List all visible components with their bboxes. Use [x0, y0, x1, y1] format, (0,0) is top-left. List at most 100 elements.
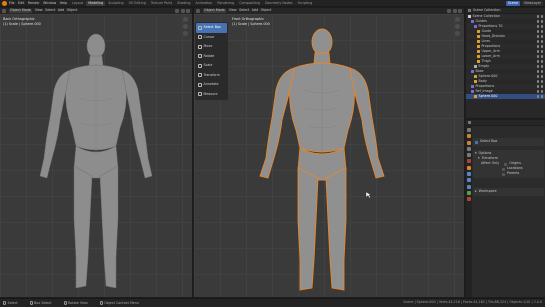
menu-select[interactable]: Select [239, 9, 249, 13]
chevron-right-icon[interactable]: ▸ [475, 190, 477, 194]
outliner-item[interactable]: Sphere.000 [466, 94, 545, 99]
camera-icon[interactable] [540, 75, 543, 78]
eye-icon[interactable] [536, 25, 539, 28]
camera-icon[interactable] [183, 31, 188, 36]
output-tab-icon[interactable] [467, 140, 471, 145]
object-tab-icon[interactable] [467, 165, 471, 170]
data-tab-icon[interactable] [467, 190, 471, 195]
tool-measure[interactable]: Measure [196, 90, 227, 100]
camera-icon[interactable] [540, 80, 543, 83]
camera-icon[interactable] [540, 70, 543, 73]
tool-move[interactable]: Move [196, 42, 227, 52]
menu-edit[interactable]: Edit [18, 1, 24, 5]
camera-icon[interactable] [540, 20, 543, 23]
render-tab-icon[interactable] [467, 134, 471, 139]
tool-transform[interactable]: Transform [196, 71, 227, 81]
pan-icon[interactable] [183, 24, 188, 29]
zoom-icon[interactable] [455, 17, 460, 22]
parents-checkbox[interactable] [502, 172, 505, 176]
eye-icon[interactable] [536, 35, 539, 38]
menu-add[interactable]: Add [252, 9, 258, 13]
tool-rotate[interactable]: Rotate [196, 52, 227, 62]
camera-icon[interactable] [540, 50, 543, 53]
eye-icon[interactable] [536, 40, 539, 43]
menu-help[interactable]: Help [60, 1, 68, 5]
outliner-icon[interactable] [468, 9, 471, 12]
particles-tab-icon[interactable] [467, 178, 471, 183]
eye-icon[interactable] [536, 95, 539, 98]
xray-icon[interactable] [452, 9, 457, 13]
tab-animation[interactable]: Animation [194, 1, 215, 6]
menu-file[interactable]: File [9, 1, 15, 5]
mode-selector[interactable]: Object Mode [202, 8, 227, 14]
camera-icon[interactable] [540, 15, 543, 18]
camera-icon[interactable] [540, 60, 543, 63]
properties-icon[interactable] [468, 121, 471, 124]
camera-icon[interactable] [540, 55, 543, 58]
eye-icon[interactable] [536, 75, 539, 78]
tab-shading[interactable]: Shading [175, 1, 192, 6]
camera-icon[interactable] [540, 35, 543, 38]
eye-icon[interactable] [536, 15, 539, 18]
tab-compositing[interactable]: Compositing [237, 1, 262, 6]
mode-selector[interactable]: Object Mode [8, 8, 33, 14]
blender-logo-icon[interactable] [2, 1, 7, 6]
pan-icon[interactable] [455, 24, 460, 29]
tool-scale[interactable]: Scale [196, 61, 227, 71]
tab-texture-paint[interactable]: Texture Paint [149, 1, 174, 6]
eye-icon[interactable] [536, 20, 539, 23]
xray-icon[interactable] [180, 9, 185, 13]
eye-icon[interactable] [536, 85, 539, 88]
modifier-tab-icon[interactable] [467, 172, 471, 177]
tab-layout[interactable]: Layout [70, 1, 85, 6]
transform-title[interactable]: Transform [482, 157, 498, 161]
camera-icon[interactable] [540, 90, 543, 93]
eye-icon[interactable] [536, 90, 539, 93]
camera-icon[interactable] [540, 30, 543, 33]
editor-type-icon[interactable] [2, 9, 6, 13]
overlay-icon[interactable] [447, 9, 451, 13]
menu-view[interactable]: View [229, 9, 237, 13]
tool-annotate[interactable]: Annotate [196, 80, 227, 90]
left-viewport[interactable]: Object Mode View Select Add Object Back … [0, 8, 192, 297]
world-tab-icon[interactable] [467, 159, 471, 164]
solid-shading-icon[interactable] [186, 9, 190, 13]
eye-icon[interactable] [536, 30, 539, 33]
menu-object[interactable]: Object [261, 9, 272, 13]
eye-icon[interactable] [536, 45, 539, 48]
editor-type-icon[interactable] [196, 9, 200, 13]
material-tab-icon[interactable] [467, 197, 471, 202]
camera-icon[interactable] [540, 40, 543, 43]
overlay-icon[interactable] [175, 9, 179, 13]
camera-icon[interactable] [455, 31, 460, 36]
menu-select[interactable]: Select [45, 9, 55, 13]
eye-icon[interactable] [536, 50, 539, 53]
locations-checkbox[interactable] [502, 167, 505, 171]
scene-selector[interactable]: Scene [505, 1, 520, 6]
eye-icon[interactable] [536, 55, 539, 58]
tab-modeling[interactable]: Modeling [86, 1, 106, 6]
tool-tab-icon[interactable] [467, 128, 471, 132]
tab-geometry-nodes[interactable]: Geometry Nodes [263, 1, 295, 6]
eye-icon[interactable] [536, 65, 539, 68]
chevron-down-icon[interactable]: ▾ [478, 157, 480, 161]
camera-icon[interactable] [540, 65, 543, 68]
active-tool-label[interactable]: Select Box [480, 140, 497, 144]
camera-icon[interactable] [540, 95, 543, 98]
menu-render[interactable]: Render [28, 1, 40, 5]
tab-scripting[interactable]: Scripting [296, 1, 315, 6]
origins-checkbox[interactable] [504, 162, 508, 166]
tab-rendering[interactable]: Rendering [215, 1, 236, 6]
physics-tab-icon[interactable] [467, 184, 471, 189]
tab-sculpting[interactable]: Sculpting [106, 1, 125, 6]
camera-icon[interactable] [540, 25, 543, 28]
menu-window[interactable]: Window [43, 1, 56, 5]
right-viewport[interactable]: Object Mode View Select Add Object Selec… [194, 8, 464, 297]
eye-icon[interactable] [536, 70, 539, 73]
tool-select-box[interactable]: Select Box [196, 23, 227, 33]
tool-cursor[interactable]: Cursor [196, 33, 227, 43]
view-layer-tab-icon[interactable] [467, 146, 471, 151]
view-layer-selector[interactable]: ViewLayer [521, 1, 543, 6]
menu-add[interactable]: Add [58, 9, 64, 13]
solid-shading-icon[interactable] [458, 9, 462, 13]
